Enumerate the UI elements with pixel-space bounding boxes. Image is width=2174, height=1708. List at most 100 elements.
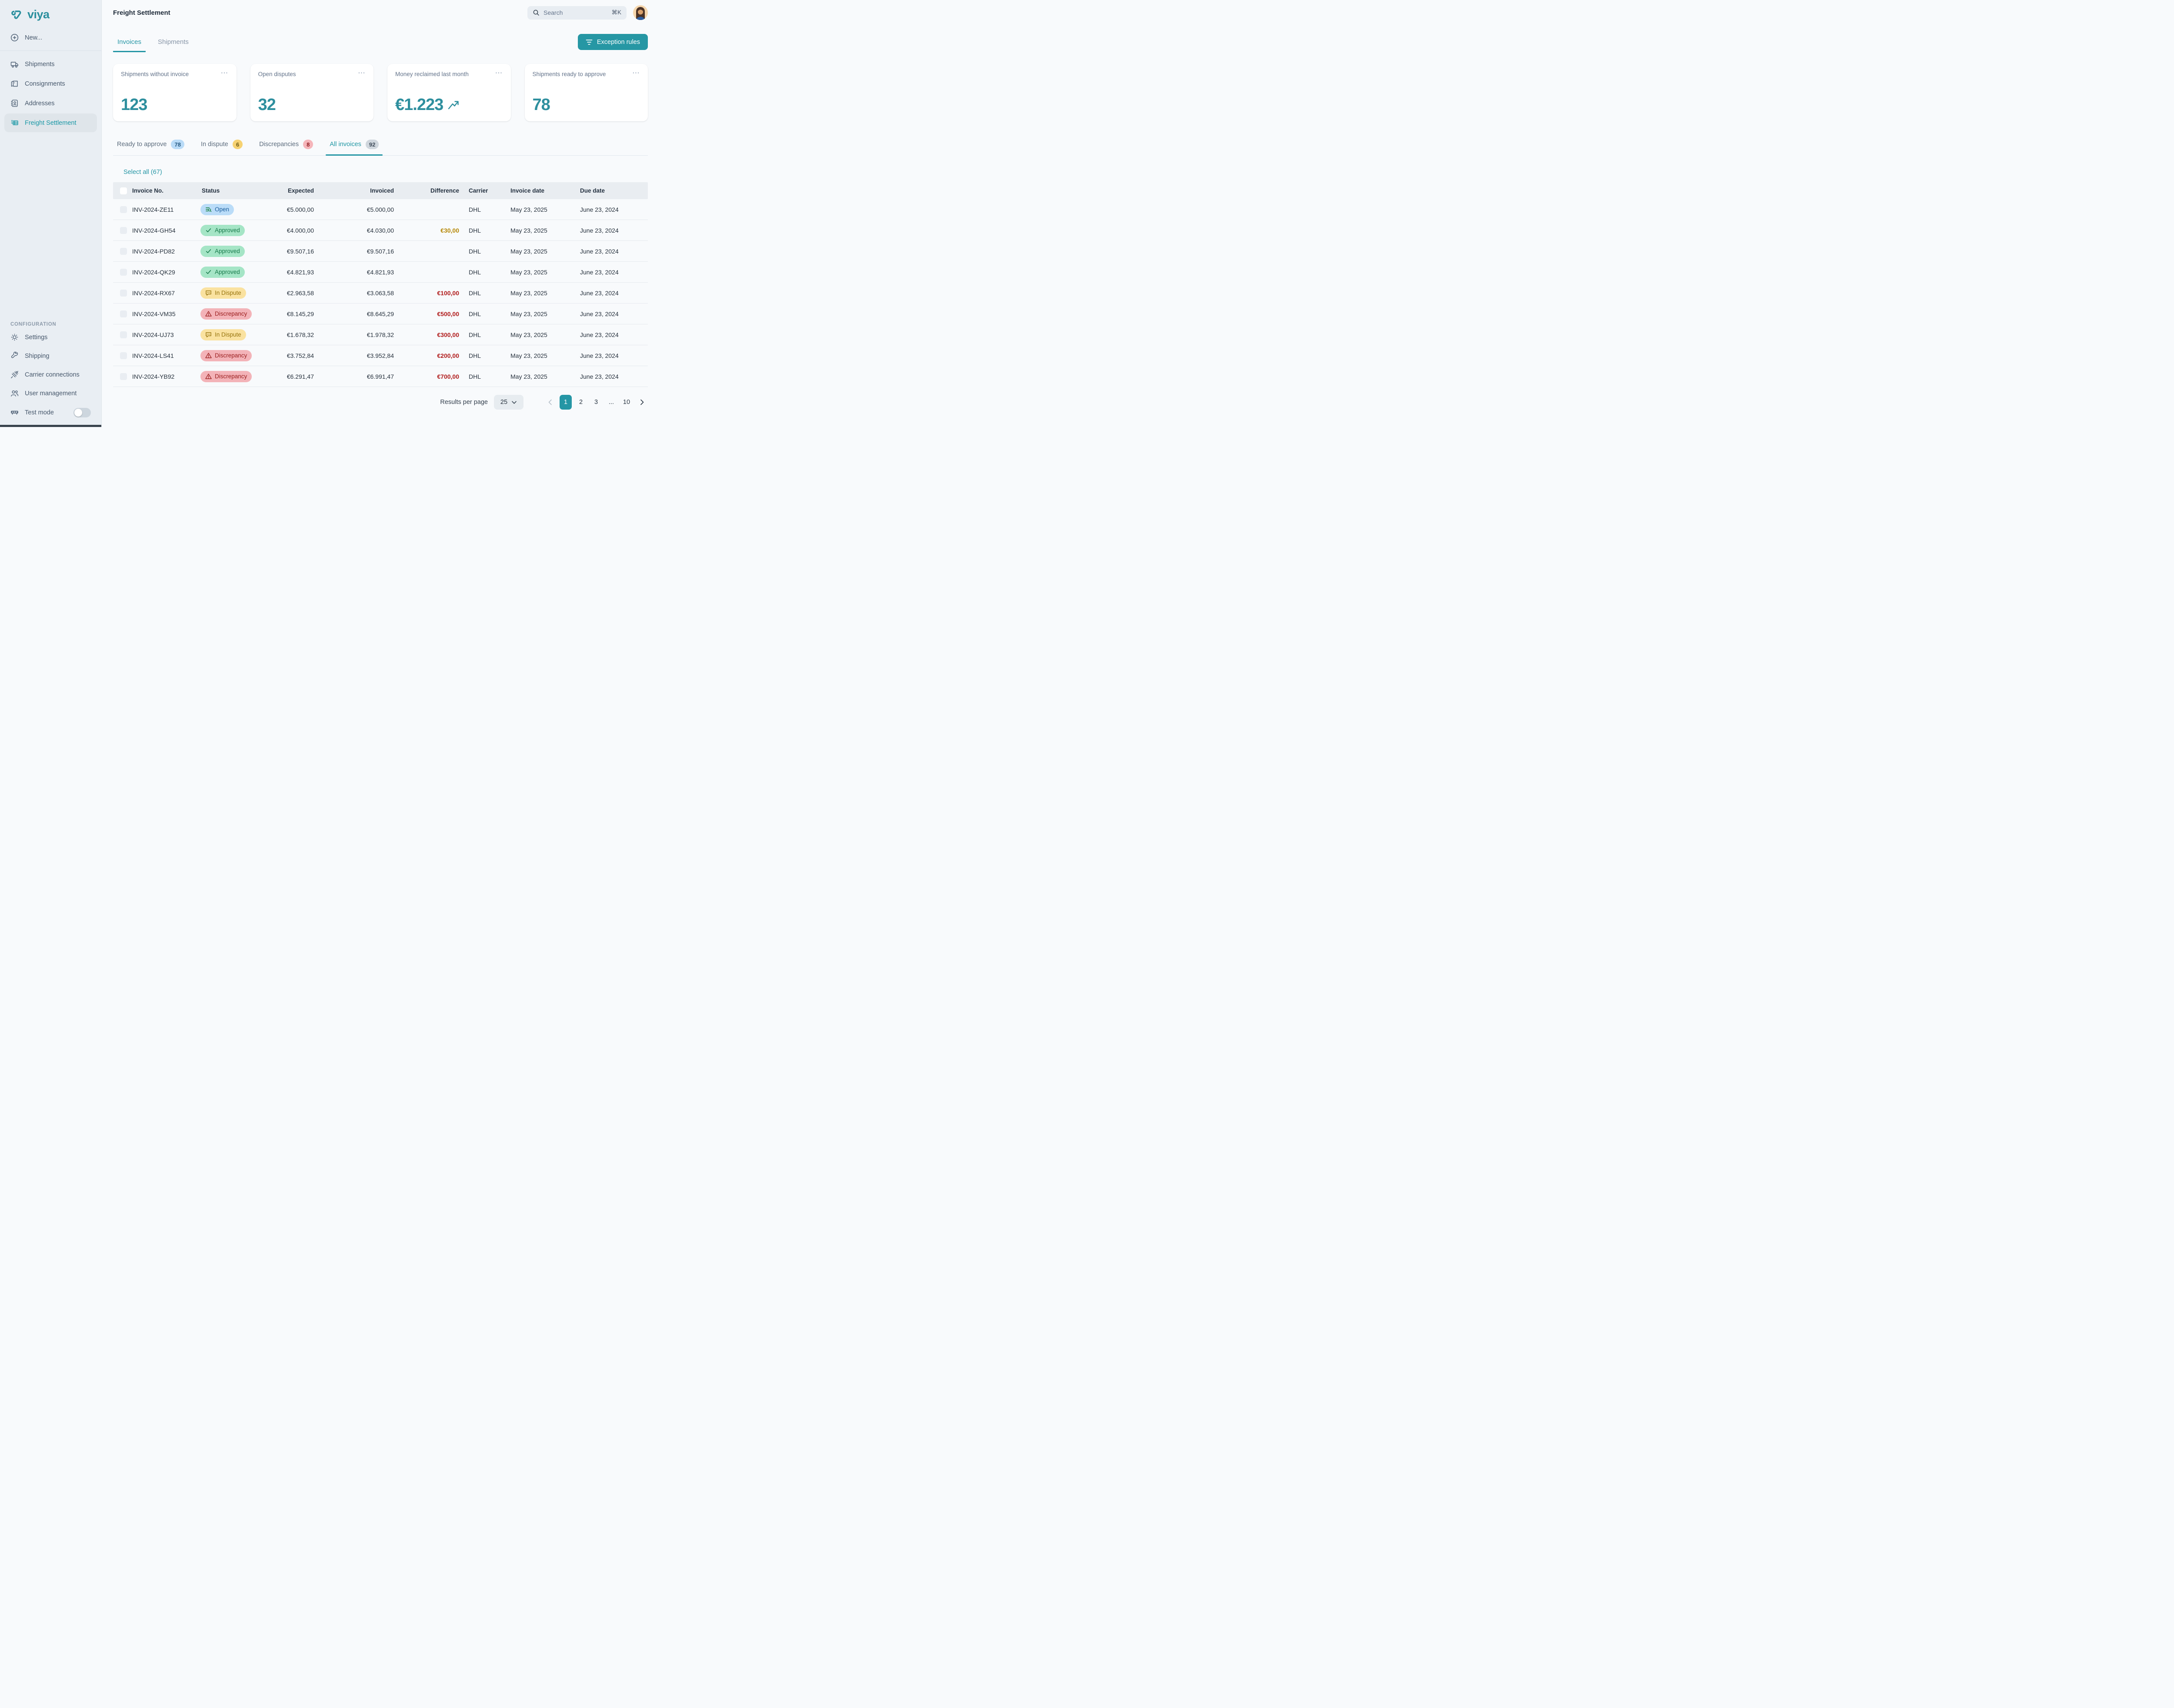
table-row[interactable]: INV-2024-RX67 In Dispute €2.963,58 €3.06…	[113, 283, 648, 304]
column-header: Expected	[257, 187, 317, 194]
invoice-number: INV-2024-RX67	[132, 290, 196, 297]
carrier: DHL	[463, 331, 504, 338]
row-checkbox[interactable]	[120, 373, 127, 380]
table-header: Invoice No. Status Expected Invoiced Dif…	[113, 182, 648, 199]
sidebar-item-carrier-connections[interactable]: Carrier connections	[0, 365, 101, 384]
page-button[interactable]: 1	[560, 395, 572, 410]
page-button[interactable]: 3	[590, 395, 602, 410]
tab-invoices[interactable]: Invoices	[113, 38, 146, 52]
new-button[interactable]: New...	[0, 28, 101, 47]
more-options-icon[interactable]: ⋯	[495, 71, 503, 75]
row-checkbox[interactable]	[120, 248, 127, 255]
table-row[interactable]: INV-2024-UJ73 In Dispute €1.678,32 €1.97…	[113, 324, 648, 345]
row-checkbox[interactable]	[120, 352, 127, 359]
sidebar-item-consignments[interactable]: Consignments	[4, 74, 97, 93]
trend-up-icon	[447, 99, 459, 111]
search-input[interactable]	[544, 9, 607, 16]
invoice-date: May 23, 2025	[504, 227, 574, 234]
row-checkbox[interactable]	[120, 331, 127, 338]
avatar[interactable]	[633, 5, 648, 20]
expected-amount: €5.000,00	[257, 206, 317, 213]
users-icon	[10, 389, 19, 397]
column-header: Invoice No.	[132, 187, 196, 194]
filter-tab-all-invoices[interactable]: All invoices 92	[330, 140, 379, 155]
table-row[interactable]: INV-2024-PD82 Approved €9.507,16 €9.507,…	[113, 241, 648, 262]
sidebar-item-label: Addresses	[25, 100, 55, 107]
invoice-number: INV-2024-YB92	[132, 373, 196, 380]
sidebar-item-user-management[interactable]: User management	[0, 384, 101, 403]
check-icon	[205, 269, 212, 275]
status-cell: In Dispute	[196, 287, 257, 299]
stat-card-money-reclaimed: Money reclaimed last month ⋯ €1.223	[387, 64, 511, 121]
search-box[interactable]: ⌘K	[527, 6, 627, 20]
status-badge: Approved	[200, 246, 245, 257]
invoice-date: May 23, 2025	[504, 206, 574, 213]
status-badge: Discrepancy	[200, 371, 252, 382]
invoiced-amount: €4.821,93	[317, 269, 397, 276]
plug-connection-icon	[10, 370, 19, 379]
due-date: June 23, 2024	[574, 227, 645, 234]
invoice-date: May 23, 2025	[504, 331, 574, 338]
list-search-icon	[205, 206, 212, 213]
toggle-knob	[74, 409, 82, 417]
search-icon	[533, 9, 540, 16]
next-page-button[interactable]	[636, 395, 648, 410]
table-row[interactable]: INV-2024-ZE11 Open €5.000,00 €5.000,00 D…	[113, 199, 648, 220]
table-footer: Results per page 25 123...10	[113, 395, 648, 414]
table-row[interactable]: INV-2024-YB92 Discrepancy €6.291,47 €6.9…	[113, 366, 648, 387]
select-all-link[interactable]: Select all (67)	[113, 169, 162, 176]
row-checkbox[interactable]	[120, 290, 127, 297]
table-row[interactable]: INV-2024-GH54 Approved €4.000,00 €4.030,…	[113, 220, 648, 241]
table-row[interactable]: INV-2024-VM35 Discrepancy €8.145,29 €8.6…	[113, 304, 648, 324]
page-button[interactable]: 2	[575, 395, 587, 410]
difference-amount: €700,00	[397, 373, 463, 380]
filter-tab-ready-to-approve[interactable]: Ready to approve 78	[117, 140, 184, 155]
more-options-icon[interactable]: ⋯	[358, 71, 366, 75]
column-header: Carrier	[463, 187, 504, 194]
status-badge: Discrepancy	[200, 308, 252, 320]
sidebar-item-addresses[interactable]: Addresses	[4, 94, 97, 113]
row-checkbox[interactable]	[120, 206, 127, 213]
status-cell: Discrepancy	[196, 308, 257, 320]
difference-amount: €300,00	[397, 331, 463, 338]
status-cell: Discrepancy	[196, 371, 257, 382]
sidebar-item-shipments[interactable]: Shipments	[4, 55, 97, 73]
sidebar-item-settings[interactable]: Settings	[0, 328, 101, 347]
row-checkbox[interactable]	[120, 227, 127, 234]
test-mode-toggle[interactable]	[73, 408, 91, 417]
row-checkbox[interactable]	[120, 310, 127, 317]
sidebar-bottom-strip	[0, 425, 101, 427]
wrench-icon	[10, 352, 19, 360]
sidebar-item-freight-settlement[interactable]: Freight Settlement	[4, 113, 97, 132]
row-checkbox[interactable]	[120, 269, 127, 276]
results-per-page-select[interactable]: 25	[494, 395, 523, 410]
difference-amount: €500,00	[397, 310, 463, 317]
invoice-number: INV-2024-VM35	[132, 310, 196, 317]
chat-bubble-icon	[205, 290, 212, 296]
exception-rules-button[interactable]: Exception rules	[578, 34, 648, 50]
column-header: Difference	[397, 187, 463, 194]
more-options-icon[interactable]: ⋯	[632, 71, 640, 75]
invoice-number: INV-2024-ZE11	[132, 206, 196, 213]
invoice-date: May 23, 2025	[504, 269, 574, 276]
difference-amount: €200,00	[397, 352, 463, 359]
select-all-checkbox[interactable]	[120, 187, 127, 194]
filter-tab-discrepancies[interactable]: Discrepancies 8	[259, 140, 313, 155]
invoice-date: May 23, 2025	[504, 248, 574, 255]
status-badge: Approved	[200, 267, 245, 278]
table-row[interactable]: INV-2024-LS41 Discrepancy €3.752,84 €3.9…	[113, 345, 648, 366]
more-options-icon[interactable]: ⋯	[221, 71, 229, 75]
sidebar-item-shipping[interactable]: Shipping	[0, 347, 101, 365]
filter-tab-in-dispute[interactable]: In dispute 6	[201, 140, 243, 155]
page-button[interactable]: 10	[620, 395, 633, 410]
table-row[interactable]: INV-2024-QK29 Approved €4.821,93 €4.821,…	[113, 262, 648, 283]
warning-triangle-icon	[205, 352, 212, 359]
sidebar-item-label: Settings	[25, 334, 47, 341]
status-badge: In Dispute	[200, 329, 246, 340]
due-date: June 23, 2024	[574, 373, 645, 380]
card-value: 78	[533, 96, 640, 114]
column-header: Invoiced	[317, 187, 397, 194]
tab-shipments[interactable]: Shipments	[153, 38, 193, 52]
previous-page-button[interactable]	[544, 395, 557, 410]
carrier: DHL	[463, 310, 504, 317]
